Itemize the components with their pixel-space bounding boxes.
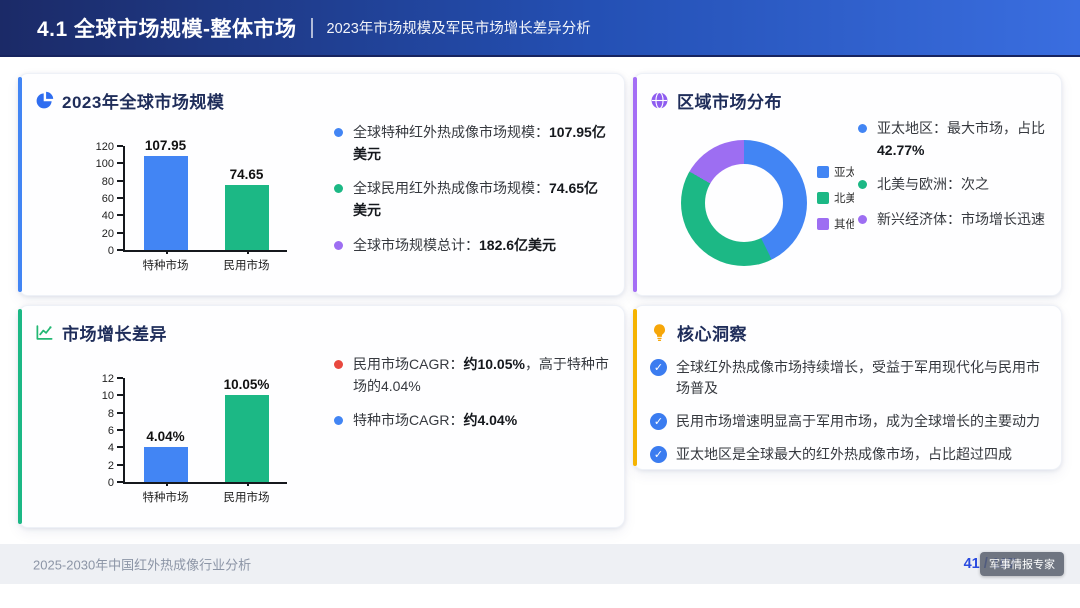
bullet-item: 北美与欧洲：次之 [858, 174, 1051, 196]
panel-accent-bar [18, 309, 22, 524]
check-circle-icon [650, 413, 667, 430]
insight-item: 全球红外热成像市场持续增长，受益于军用现代化与民用市场普及 [650, 357, 1045, 399]
insight-item: 亚太地区是全球最大的红外热成像市场，占比超过四成 [650, 444, 1045, 465]
growth-bullets: 民用市场CAGR：约10.05%，高于特种市场的4.04% 特种市场CAGR：约… [334, 354, 610, 445]
panel-title: 核心洞察 [677, 320, 747, 345]
bullet-text: 新兴经济体：市场增长迅速 [877, 209, 1045, 231]
watermark-badge: 军事情报专家 [980, 552, 1064, 576]
footer-report-title: 2025-2030年中国红外热成像行业分析 [33, 555, 251, 574]
bullet-dot [334, 360, 343, 369]
panel-accent-bar [633, 77, 637, 292]
panel-header: 2023年全球市场规模 [35, 88, 608, 113]
bullet-item: 全球市场规模总计：182.6亿美元 [334, 235, 610, 257]
bullet-dot [858, 124, 867, 133]
panel-title: 市场增长差异 [62, 320, 167, 345]
chart-plot-area: 020406080100120107.95特种市场74.65民用市场 [123, 146, 287, 252]
panel-accent-bar [18, 77, 22, 292]
panel-header: 区域市场分布 [650, 88, 1045, 113]
bar-民用市场: 10.05%民用市场 [225, 395, 269, 482]
trend-line-icon [35, 323, 54, 342]
check-circle-icon [650, 446, 667, 463]
legend-item: 其他 [817, 216, 854, 232]
bullet-dot [334, 128, 343, 137]
bullet-text: 全球民用红外热成像市场规模：74.65亿美元 [353, 178, 610, 221]
chart-plot-area: 0246810124.04%特种市场10.05%民用市场 [123, 378, 287, 484]
market-size-bullets: 全球特种红外热成像市场规模：107.95亿美元 全球民用红外热成像市场规模：74… [334, 122, 610, 269]
insight-text: 民用市场增速明显高于军用市场，成为全球增长的主要动力 [676, 411, 1040, 432]
donut-ring [681, 140, 807, 266]
bar-特种市场: 107.95特种市场 [144, 156, 188, 250]
globe-icon [650, 91, 669, 110]
panel-title: 2023年全球市场规模 [62, 88, 224, 113]
panel-key-insights: 核心洞察 全球红外热成像市场持续增长，受益于军用现代化与民用市场普及 民用市场增… [633, 305, 1062, 470]
lightbulb-icon [650, 323, 669, 342]
insight-text: 亚太地区是全球最大的红外热成像市场，占比超过四成 [676, 444, 1012, 465]
panel-header: 市场增长差异 [35, 320, 608, 345]
bullet-dot [334, 416, 343, 425]
slide-footer: 2025-2030年中国红外热成像行业分析 41 / 107 军事情报专家 [0, 544, 1080, 584]
insight-item: 民用市场增速明显高于军用市场，成为全球增长的主要动力 [650, 411, 1045, 432]
bullet-text: 民用市场CAGR：约10.05%，高于特种市场的4.04% [353, 354, 610, 397]
insights-list: 全球红外热成像市场持续增长，受益于军用现代化与民用市场普及 民用市场增速明显高于… [650, 357, 1045, 465]
panel-growth-difference: 市场增长差异 0246810124.04%特种市场10.05%民用市场 民用市场… [18, 305, 625, 528]
panel-region-distribution: 区域市场分布 亚太北美其他 亚太地区：最大市场，占比42.77% 北美与欧洲：次… [633, 73, 1062, 296]
market-size-bar-chart: 020406080100120107.95特种市场74.65民用市场 [77, 130, 289, 280]
bullet-item: 全球民用红外热成像市场规模：74.65亿美元 [334, 178, 610, 221]
pie-chart-icon [35, 91, 54, 110]
check-circle-icon [650, 359, 667, 376]
insight-text: 全球红外热成像市场持续增长，受益于军用现代化与民用市场普及 [676, 357, 1045, 399]
panel-header: 核心洞察 [650, 320, 1045, 345]
slide-title: 4.1 全球市场规模-整体市场 [37, 13, 297, 43]
slide-body: 2023年全球市场规模 020406080100120107.95特种市场74.… [0, 57, 1080, 528]
bullet-text: 全球市场规模总计：182.6亿美元 [353, 235, 556, 257]
panel-accent-bar [633, 309, 637, 466]
panel-market-size: 2023年全球市场规模 020406080100120107.95特种市场74.… [18, 73, 625, 296]
panel-title: 区域市场分布 [677, 88, 782, 113]
legend-item: 北美 [817, 190, 854, 206]
donut-legend: 亚太北美其他 [817, 164, 854, 232]
bullet-dot [858, 215, 867, 224]
growth-bar-chart: 0246810124.04%特种市场10.05%民用市场 [77, 362, 289, 512]
bullet-item: 亚太地区：最大市场，占比42.77% [858, 118, 1051, 161]
slide-subtitle: 2023年市场规模及军民市场增长差异分析 [327, 17, 591, 38]
bullet-item: 特种市场CAGR：约4.04% [334, 410, 610, 432]
bullet-text: 北美与欧洲：次之 [877, 174, 989, 196]
bullet-item: 民用市场CAGR：约10.05%，高于特种市场的4.04% [334, 354, 610, 397]
bullet-item: 全球特种红外热成像市场规模：107.95亿美元 [334, 122, 610, 165]
region-bullets: 亚太地区：最大市场，占比42.77% 北美与欧洲：次之 新兴经济体：市场增长迅速 [858, 118, 1051, 244]
bullet-dot [334, 241, 343, 250]
bullet-text: 特种市场CAGR：约4.04% [353, 410, 517, 432]
bullet-item: 新兴经济体：市场增长迅速 [858, 209, 1051, 231]
bullet-dot [858, 180, 867, 189]
bullet-text: 亚太地区：最大市场，占比42.77% [877, 118, 1051, 161]
bar-民用市场: 74.65民用市场 [225, 185, 269, 250]
bullet-dot [334, 184, 343, 193]
slide-header: 4.1 全球市场规模-整体市场 2023年市场规模及军民市场增长差异分析 [0, 0, 1080, 57]
legend-item: 亚太 [817, 164, 854, 180]
footer-pagination: 41 / 107 军事情报专家 [964, 552, 1064, 576]
bullet-text: 全球特种红外热成像市场规模：107.95亿美元 [353, 122, 610, 165]
bar-特种市场: 4.04%特种市场 [144, 447, 188, 482]
header-divider [311, 18, 313, 38]
